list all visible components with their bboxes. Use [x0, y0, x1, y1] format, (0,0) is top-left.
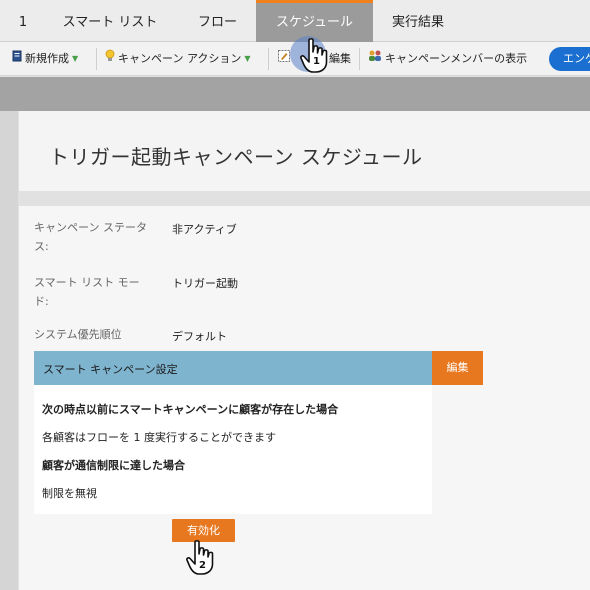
tab-schedule[interactable]: スケジュール — [256, 0, 373, 42]
step-number-2: 2 — [199, 560, 206, 571]
campaign-actions-button[interactable]: キャンペーン アクション ▼ — [105, 42, 251, 76]
tab-smart-list[interactable]: スマート リスト — [50, 0, 170, 42]
show-members-button[interactable]: キャンペーンメンバーの表示 — [368, 42, 527, 76]
edit-pencil-icon — [278, 42, 290, 76]
system-priority-value: デフォルト — [172, 330, 227, 343]
left-gutter — [0, 111, 18, 590]
campaign-status-label: キャンペーン ステータ ス: — [34, 218, 164, 256]
smart-list-mode-label: スマート リスト モー ド: — [34, 273, 164, 311]
tab-bar: 1 スマート リスト フロー スケジュール 実行結果 — [0, 0, 590, 42]
new-button[interactable]: 新規作成 ▼ — [12, 42, 78, 76]
toolbar-divider — [359, 48, 360, 70]
settings-header: スマート キャンペーン設定 — [34, 351, 432, 385]
new-document-icon — [12, 42, 22, 76]
campaign-status-label-line1: キャンペーン ステータ — [34, 221, 147, 234]
people-icon — [368, 42, 382, 76]
campaign-status-value: 非アクティブ — [172, 223, 237, 236]
smart-list-mode-value: トリガー起動 — [172, 277, 238, 290]
tab-number[interactable]: 1 — [6, 0, 40, 42]
tab-results[interactable]: 実行結果 — [378, 0, 458, 42]
step-number-1: 1 — [313, 56, 320, 67]
toolbar-band — [0, 77, 590, 111]
show-members-label: キャンペーンメンバーの表示 — [385, 52, 528, 65]
toolbar-divider — [268, 48, 269, 70]
settings-body: 次の時点以前にスマートキャンペーンに顧客が存在した場合 各顧客はフローを 1 度… — [34, 385, 432, 514]
settings-limit-heading: 顧客が通信制限に達した場合 — [42, 459, 185, 472]
page-title: トリガー起動キャンペーン スケジュール — [49, 145, 423, 169]
edit-schedule-label: 編集 — [329, 52, 351, 65]
header-panel: トリガー起動キャンペーン スケジュール — [19, 111, 590, 191]
system-priority-label: システム優先順位 — [34, 328, 122, 341]
settings-rule-value: 各顧客はフローを 1 度実行することができます — [42, 431, 276, 444]
new-button-label: 新規作成 — [25, 52, 69, 65]
engage-button[interactable]: エンゲ — [549, 47, 590, 71]
smart-list-mode-label-line2: ド: — [34, 295, 49, 308]
lightbulb-icon — [105, 42, 115, 76]
smart-list-mode-label-line1: スマート リスト モー — [34, 276, 140, 289]
campaign-actions-label: キャンペーン アクション — [118, 52, 242, 65]
chevron-down-icon: ▼ — [72, 54, 79, 63]
activate-button[interactable]: 有効化 — [172, 519, 235, 542]
toolbar-divider — [96, 48, 97, 70]
settings-edit-button[interactable]: 編集 — [432, 351, 483, 385]
settings-title: スマート キャンペーン設定 — [43, 363, 178, 376]
tab-flow[interactable]: フロー — [180, 0, 255, 42]
campaign-status-label-line2: ス: — [34, 240, 49, 253]
settings-limit-value: 制限を無視 — [42, 487, 97, 500]
settings-rule-heading: 次の時点以前にスマートキャンペーンに顧客が存在した場合 — [42, 403, 339, 416]
chevron-down-icon: ▼ — [244, 54, 251, 63]
